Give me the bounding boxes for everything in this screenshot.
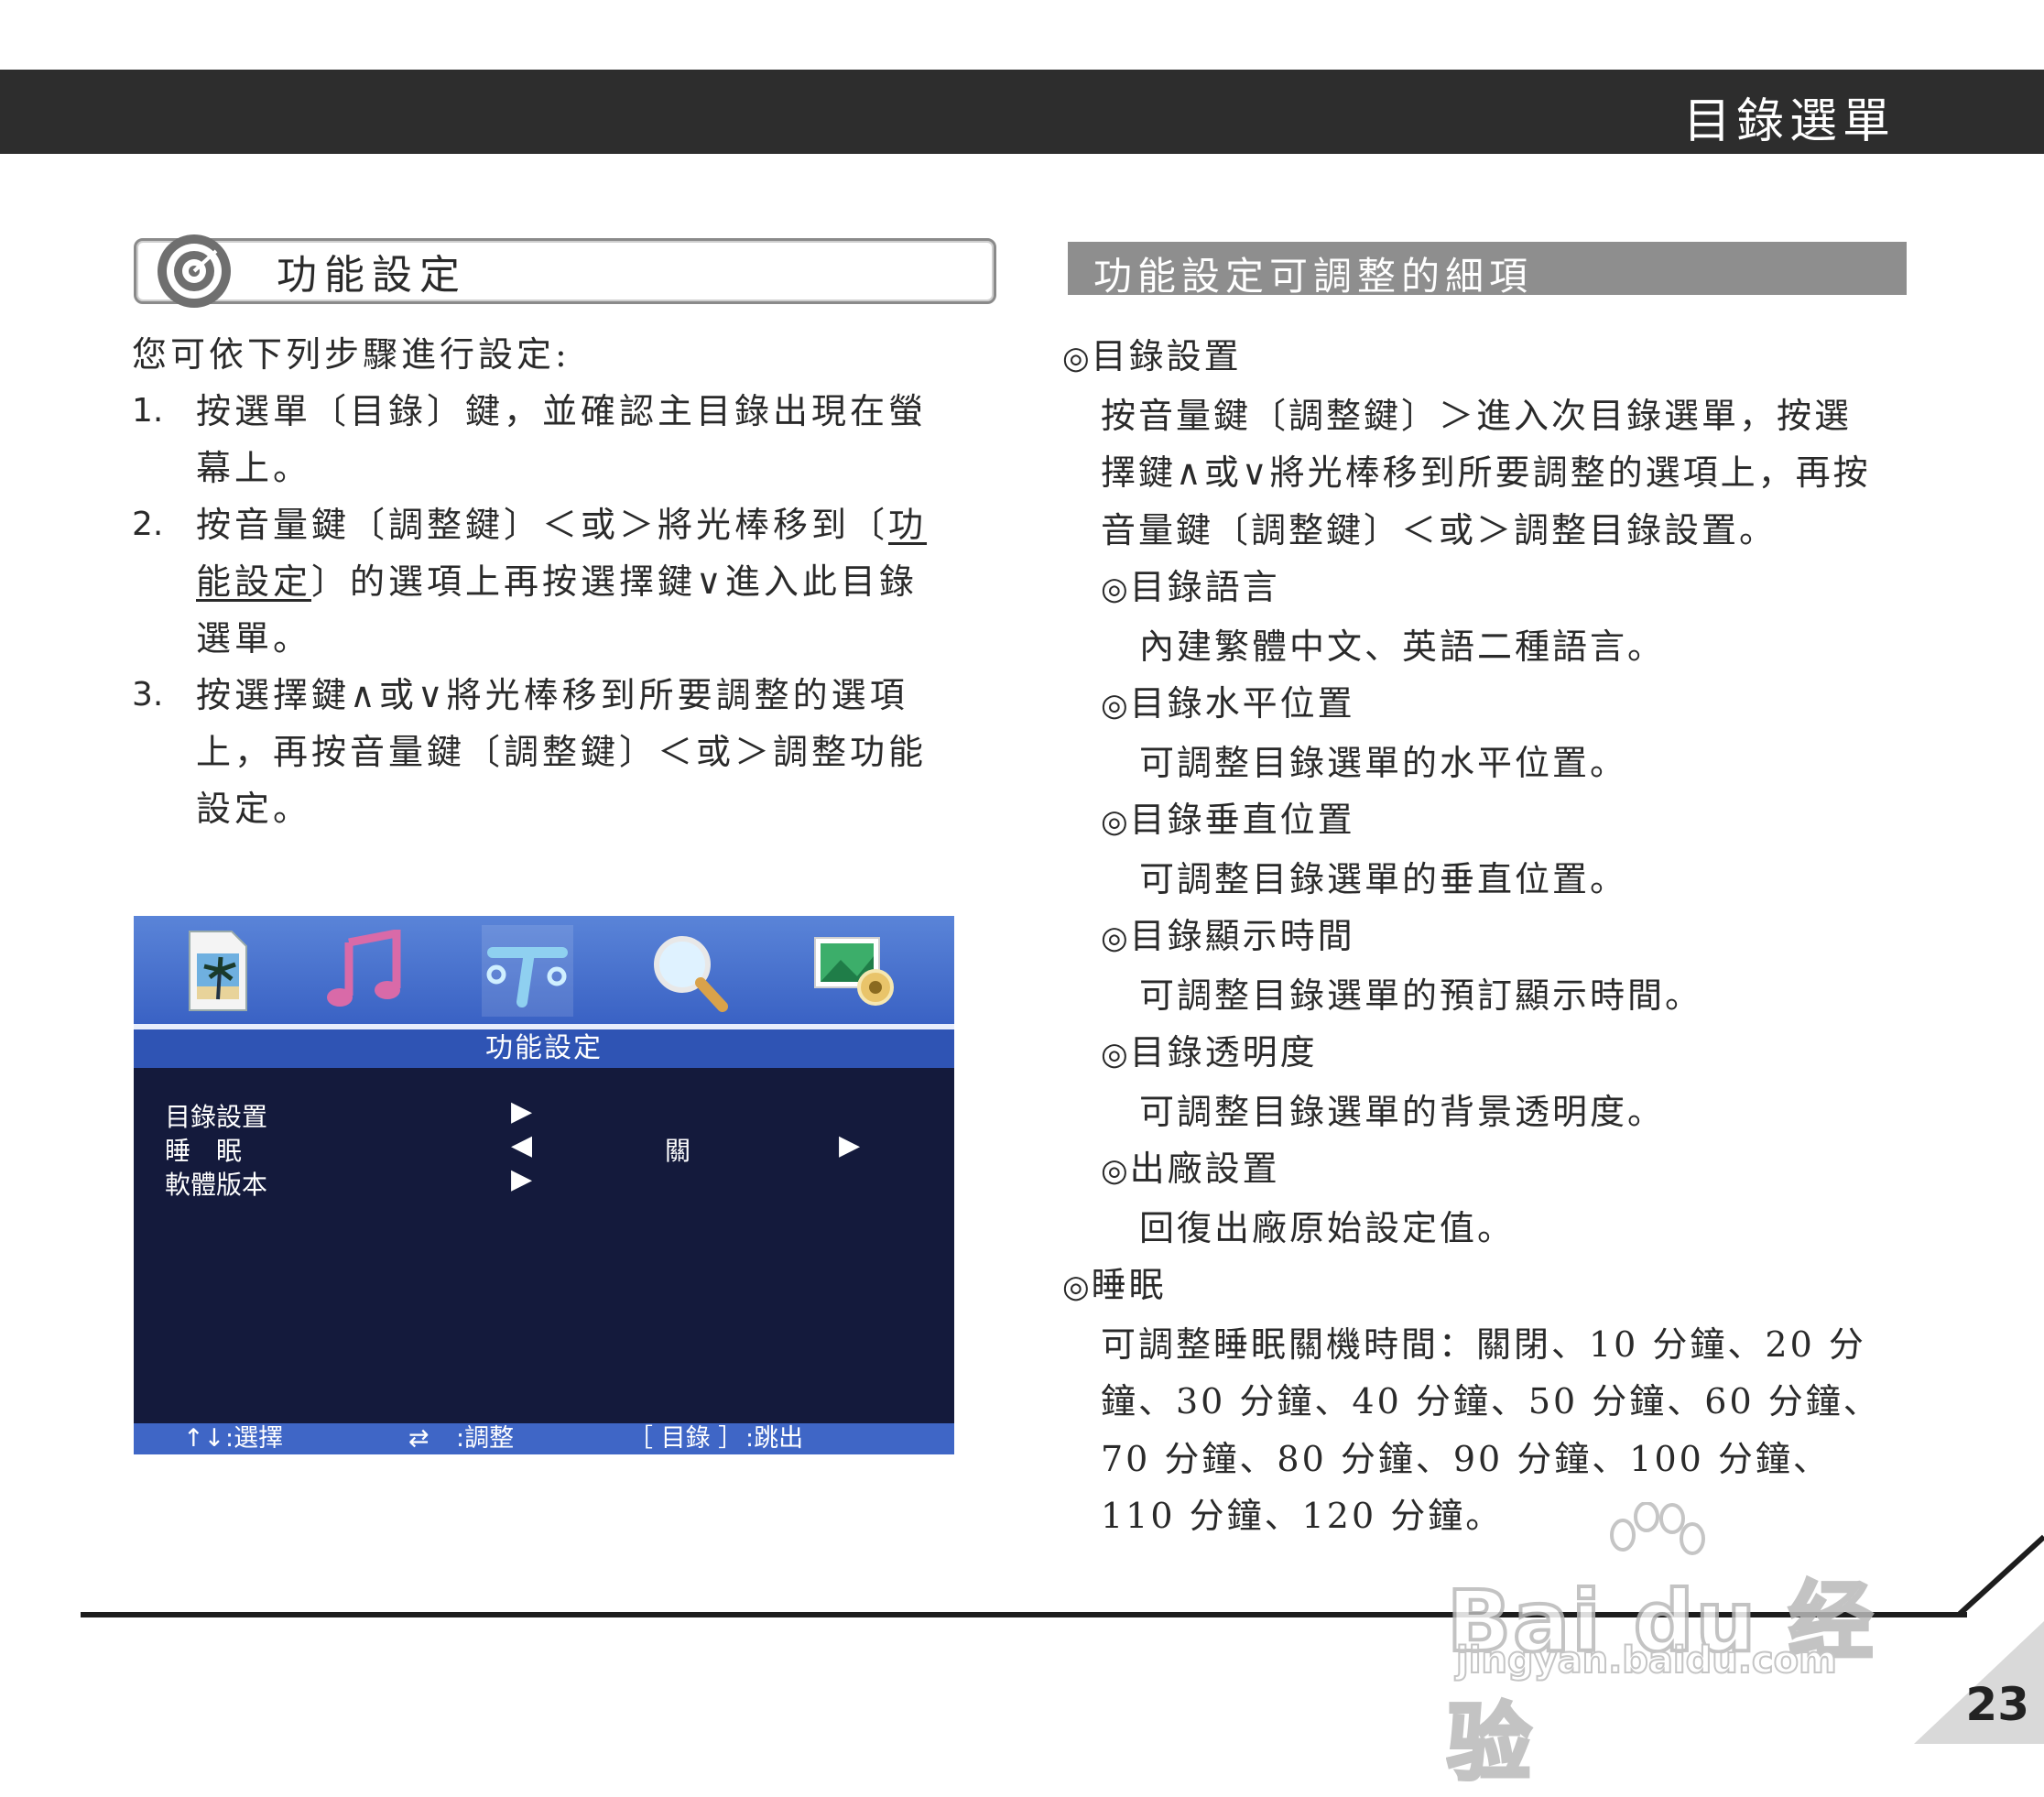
footer-exit-label: :跳出 bbox=[745, 1424, 804, 1453]
tv-menu-screenshot: 功能設定 目錄設置 ▶ 睡 眠 ◀ 關 ▶ 軟體版本 ▶ ↑↓ :選擇 ⇄ :調… bbox=[134, 916, 954, 1454]
step-text-a: 按音量鍵〔調整鍵〕＜或＞將光棒移到〔 bbox=[196, 505, 889, 545]
header-title: 目錄選單 bbox=[1682, 94, 1896, 149]
right-arrow-icon[interactable]: ▶ bbox=[511, 1095, 532, 1127]
item-title: 睡眠 bbox=[1091, 1265, 1167, 1305]
right-heading: 功能設定可調整的細項 bbox=[1093, 254, 1534, 299]
subitem-desc: 內建繁體中文、英語二種語言。 bbox=[1139, 626, 1666, 667]
details-list: ◎目錄設置 按音量鍵〔調整鍵〕＞進入次目錄選單，按選擇鍵∧或∨將光棒移到所要調整… bbox=[1062, 328, 1886, 1545]
step-number: 2. bbox=[132, 506, 164, 543]
item-title: 目錄設置 bbox=[1091, 336, 1242, 376]
settings-image-icon[interactable] bbox=[810, 925, 901, 1017]
music-icon[interactable] bbox=[319, 925, 410, 1017]
page-number: 23 bbox=[1965, 1678, 2029, 1731]
section-title: 功能設定 bbox=[277, 252, 467, 299]
header-bar: 目錄選單 bbox=[0, 70, 2044, 154]
bullet-icon: ◎ bbox=[1062, 340, 1090, 376]
step-text: 按選單〔目錄〕鍵，並確認主目錄出現在螢幕上。 bbox=[196, 391, 928, 488]
bullet-icon: ◎ bbox=[1101, 1036, 1128, 1073]
instructions: 您可依下列步驟進行設定: 1. 按選單〔目錄〕鍵，並確認主目錄出現在螢幕上。 2… bbox=[132, 326, 938, 837]
step-text: 按選擇鍵∧或∨將光棒移到所要調整的選項上，再按音量鍵〔調整鍵〕＜或＞調整功能設定… bbox=[196, 675, 928, 829]
subitem-title-text: 出廠設置 bbox=[1129, 1149, 1280, 1189]
photo-icon[interactable] bbox=[172, 925, 264, 1017]
footer-adjust-label: :調整 bbox=[456, 1424, 515, 1453]
tv-footer: ↑↓ :選擇 ⇄ :調整 ［ 目錄 ］ :跳出 bbox=[134, 1423, 954, 1454]
subitem-title: ◎目錄顯示時間 bbox=[1062, 908, 1886, 967]
tools-icon[interactable] bbox=[482, 925, 573, 1017]
footer-select-label: :選擇 bbox=[225, 1424, 284, 1453]
bullet-icon: ◎ bbox=[1101, 1152, 1128, 1189]
bullet-icon: ◎ bbox=[1101, 687, 1128, 724]
swap-icon: ⇄ bbox=[408, 1424, 429, 1453]
bullet-icon: ◎ bbox=[1101, 920, 1128, 956]
step-number: 3. bbox=[132, 676, 164, 713]
tv-icon-bar bbox=[134, 916, 954, 1024]
tv-row-menu-setting[interactable]: 目錄設置 bbox=[165, 1097, 267, 1134]
step-2: 2. 按音量鍵〔調整鍵〕＜或＞將光棒移到〔功能設定〕的選項上再按選擇鍵∨進入此目… bbox=[132, 496, 938, 667]
subitem-title-text: 目錄透明度 bbox=[1129, 1032, 1318, 1073]
subitem-desc: 回復出廠原始設定值。 bbox=[1139, 1207, 1516, 1248]
subitem-desc: 可調整目錄選單的背景透明度。 bbox=[1139, 1091, 1666, 1132]
tv-row-sleep[interactable]: 睡 眠 bbox=[165, 1131, 242, 1168]
subitem-desc: 可調整目錄選單的預訂顯示時間。 bbox=[1139, 975, 1703, 1016]
subitem-title: ◎目錄透明度 bbox=[1062, 1024, 1886, 1084]
step-1: 1. 按選單〔目錄〕鍵，並確認主目錄出現在螢幕上。 bbox=[132, 383, 938, 496]
right-heading-bar: 功能設定可調整的細項 bbox=[1068, 242, 1907, 299]
subitem-title: ◎目錄垂直位置 bbox=[1062, 791, 1886, 851]
subitem-title: ◎目錄水平位置 bbox=[1062, 675, 1886, 735]
tv-row-software-version[interactable]: 軟體版本 bbox=[165, 1165, 267, 1202]
baidu-watermark: Bai du 经验 jingyan.baidu.com bbox=[1445, 1502, 1923, 1794]
bullet-icon: ◎ bbox=[1101, 571, 1128, 607]
step-3: 3. 按選擇鍵∧或∨將光棒移到所要調整的選項上，再按音量鍵〔調整鍵〕＜或＞調整功… bbox=[132, 667, 938, 837]
right-arrow-icon[interactable]: ▶ bbox=[839, 1129, 860, 1161]
target-icon bbox=[158, 234, 231, 308]
subitem-title-text: 目錄顯示時間 bbox=[1129, 916, 1355, 956]
step-number: 1. bbox=[132, 392, 164, 430]
bullet-icon: ◎ bbox=[1101, 803, 1128, 840]
section-title-box bbox=[134, 238, 996, 304]
subitem-title: ◎出廠設置 bbox=[1062, 1140, 1886, 1200]
item-menu-setting-title: ◎目錄設置 bbox=[1062, 328, 1886, 387]
up-down-icon: ↑↓ bbox=[183, 1424, 225, 1453]
item-sleep-title: ◎睡眠 bbox=[1062, 1257, 1886, 1316]
search-icon[interactable] bbox=[643, 925, 734, 1017]
corner-rule-icon bbox=[1957, 1534, 2044, 1617]
instructions-intro: 您可依下列步驟進行設定: bbox=[132, 334, 571, 375]
subitem-desc: 可調整目錄選單的垂直位置。 bbox=[1139, 858, 1628, 899]
item-menu-setting-desc: 按音量鍵〔調整鍵〕＞進入次目錄選單，按選擇鍵∧或∨將光棒移到所要調整的選項上，再… bbox=[1101, 395, 1871, 550]
subitem-title: ◎目錄語言 bbox=[1062, 559, 1886, 618]
tv-menu-title: 功能設定 bbox=[134, 1029, 954, 1068]
subitem-title-text: 目錄語言 bbox=[1129, 567, 1280, 607]
watermark-url: jingyan.baidu.com bbox=[1455, 1639, 1838, 1683]
subitem-title-text: 目錄垂直位置 bbox=[1129, 800, 1355, 840]
bullet-icon: ◎ bbox=[1062, 1269, 1090, 1305]
right-arrow-icon[interactable]: ▶ bbox=[511, 1163, 532, 1195]
subitem-desc: 可調整目錄選單的水平位置。 bbox=[1139, 742, 1628, 783]
tv-sleep-value: 關 bbox=[665, 1136, 691, 1166]
subitem-title-text: 目錄水平位置 bbox=[1129, 683, 1355, 724]
left-arrow-icon[interactable]: ◀ bbox=[511, 1129, 532, 1161]
footer-menu-key: ［ 目錄 ］ bbox=[628, 1424, 744, 1453]
